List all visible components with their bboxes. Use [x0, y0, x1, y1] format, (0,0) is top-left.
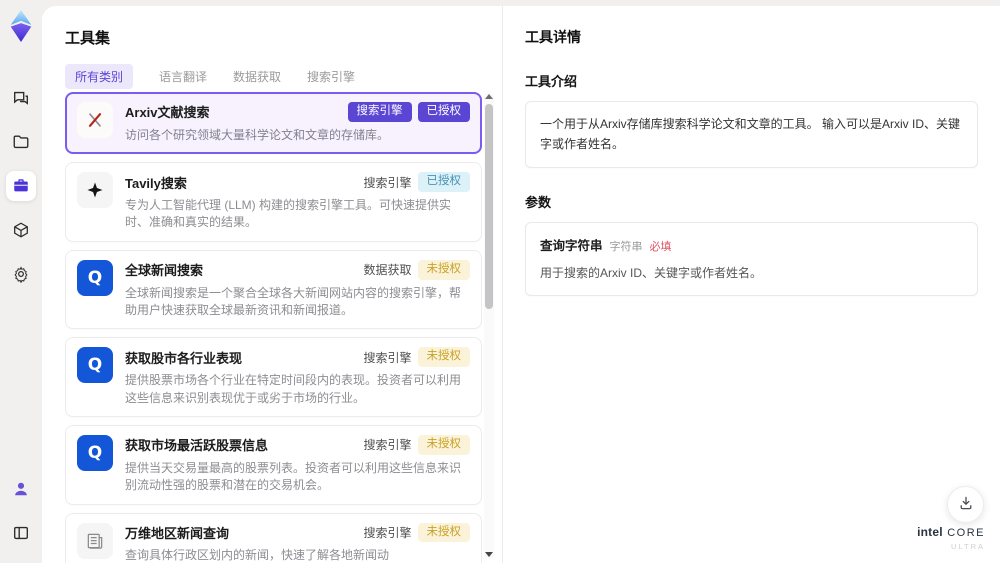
- tool-description: 全球新闻搜索是一个聚合全球各大新闻网站内容的搜索引擎，帮助用户快速获取全球最新资…: [125, 285, 462, 317]
- intel-wordmark: intel: [917, 525, 943, 540]
- tool-status-badge: 未授权: [417, 259, 470, 280]
- sidebar-item-chat[interactable]: [6, 83, 36, 113]
- news-q-icon: Q: [77, 347, 113, 384]
- tool-list: Arxiv文献搜索 搜索引擎 已授权 访问各个研究领域大量科学论文和文章的存储库…: [65, 92, 482, 563]
- parameter-required-badge: 必填: [649, 240, 672, 253]
- tool-category-badge: 搜索引擎: [363, 525, 412, 540]
- scrollbar-thumb[interactable]: [485, 104, 493, 309]
- core-wordmark: core: [947, 527, 985, 540]
- tool-card[interactable]: Tavily搜索 搜索引擎 已授权 专为人工智能代理 (LLM) 构建的搜索引擎…: [65, 162, 482, 242]
- details-title: 工具详情: [525, 29, 581, 45]
- tool-description: 提供股票市场各个行业在特定时间段内的表现。投资者可以利用这些信息来识别表现优于或…: [125, 373, 462, 405]
- tool-description-box: 一个用于从Arxiv存储库搜索科学论文和文章的工具。 输入可以是Arxiv ID…: [525, 101, 978, 168]
- download-icon: [958, 495, 974, 514]
- tool-details-panel: 工具详情 工具介绍 一个用于从Arxiv存储库搜索科学论文和文章的工具。 输入可…: [502, 6, 1000, 563]
- tool-category-badge: 数据获取: [363, 263, 412, 278]
- newspaper-icon: [77, 522, 113, 559]
- tool-name: 获取股市各行业表现: [125, 350, 243, 366]
- sidebar-item-files[interactable]: [6, 127, 36, 157]
- parameter-type: 字符串: [609, 240, 643, 253]
- tool-name: 获取市场最活跃股票信息: [125, 438, 269, 454]
- main-content: 工具集 所有类别 语言翻译 数据获取 搜索引擎 Arxiv文献搜索 搜索引擎 已授权 …: [42, 6, 1000, 563]
- category-tabs: 所有类别 语言翻译 数据获取 搜索引擎: [65, 64, 502, 89]
- sidebar-collapse-icon: [12, 524, 30, 542]
- cube-icon: [12, 221, 30, 239]
- sidebar-item-settings[interactable]: [6, 259, 36, 289]
- tool-status-badge: 未授权: [417, 347, 470, 368]
- parameter-header: 查询字符串 字符串 必填: [540, 235, 963, 254]
- intro-heading: 工具介绍: [525, 74, 578, 89]
- tool-card[interactable]: Q 获取股市各行业表现 搜索引擎 未授权 提供股票市场各个行业在特定时间段内的表…: [65, 337, 482, 417]
- intel-core-logo: intel core ultra: [917, 523, 985, 551]
- tool-category-badge: 搜索引擎: [347, 102, 412, 122]
- tool-description: 访问各个研究领域大量科学论文和文章的存储库。: [125, 127, 390, 142]
- tool-card[interactable]: Arxiv文献搜索 搜索引擎 已授权 访问各个研究领域大量科学论文和文章的存储库…: [65, 92, 482, 155]
- tool-category-badge: 搜索引擎: [363, 350, 412, 365]
- gear-icon: [12, 265, 30, 283]
- tool-collection-panel: 工具集 所有类别 语言翻译 数据获取 搜索引擎 Arxiv文献搜索 搜索引擎 已授权 …: [42, 6, 502, 563]
- tool-card[interactable]: 万维地区新闻查询 搜索引擎 未授权 查询具体行政区划内的新闻，快速了解各地新闻动: [65, 512, 482, 563]
- page-title: 工具集: [65, 30, 111, 47]
- folder-icon: [12, 133, 30, 151]
- tool-name: Arxiv文献搜索: [125, 105, 210, 121]
- tool-description: 提供当天交易量最高的股票列表。投资者可以利用这些信息来识别流动性强的股票和潜在的…: [125, 460, 462, 493]
- arxiv-icon: [77, 102, 113, 138]
- news-q-icon: Q: [77, 434, 113, 471]
- tab-category-1[interactable]: 语言翻译: [159, 64, 207, 89]
- scroll-up-arrow[interactable]: [485, 94, 493, 99]
- sidebar-item-tools[interactable]: [6, 171, 36, 201]
- chat-icon: [12, 89, 30, 107]
- tab-category-2[interactable]: 数据获取: [233, 64, 281, 89]
- intel-core-subtext: ultra: [950, 541, 985, 551]
- tool-status-badge: 已授权: [417, 172, 470, 192]
- scroll-down-arrow[interactable]: [485, 552, 493, 557]
- tab-category-0[interactable]: 所有类别: [65, 64, 134, 89]
- sidebar: [0, 0, 42, 563]
- tool-description: 专为人工智能代理 (LLM) 构建的搜索引擎工具。可快速提供实时、准确和真实的结…: [125, 197, 452, 230]
- download-button[interactable]: [947, 486, 984, 523]
- briefcase-icon: [12, 177, 30, 195]
- tool-description-text: 一个用于从Arxiv存储库搜索科学论文和文章的工具。 输入可以是Arxiv ID…: [540, 117, 961, 152]
- user-icon: [12, 480, 30, 498]
- tool-status-badge: 已授权: [417, 102, 470, 122]
- parameter-description: 用于搜索的Arxiv ID、关键字或作者姓名。: [540, 265, 763, 280]
- tool-category-badge: 搜索引擎: [363, 438, 412, 453]
- tool-card[interactable]: Q 获取市场最活跃股票信息 搜索引擎 未授权 提供当天交易量最高的股票列表。投资…: [65, 424, 482, 505]
- sidebar-item-packages[interactable]: [6, 215, 36, 245]
- parameter-card: 查询字符串 字符串 必填 用于搜索的Arxiv ID、关键字或作者姓名。: [525, 221, 978, 297]
- tool-status-badge: 未授权: [417, 434, 470, 455]
- tool-name: 万维地区新闻查询: [125, 525, 230, 541]
- panel-toggle-icon[interactable]: [6, 518, 36, 548]
- app-logo[interactable]: [7, 10, 35, 42]
- app-root: 工具集 所有类别 语言翻译 数据获取 搜索引擎 Arxiv文献搜索 搜索引擎 已授权 …: [0, 0, 1000, 563]
- tool-description: 查询具体行政区划内的新闻，快速了解各地新闻动: [125, 548, 390, 563]
- tool-category-badge: 搜索引擎: [363, 175, 412, 190]
- sparkle-icon: [77, 172, 113, 209]
- news-q-icon: Q: [77, 259, 113, 296]
- tool-name: Tavily搜索: [125, 175, 187, 191]
- parameter-name: 查询字符串: [540, 238, 603, 253]
- tool-list-scrollbar[interactable]: [484, 92, 494, 559]
- tool-name: 全球新闻搜索: [125, 263, 204, 279]
- user-avatar-icon[interactable]: [6, 474, 36, 504]
- tool-card[interactable]: Q 全球新闻搜索 数据获取 未授权 全球新闻搜索是一个聚合全球各大新闻网站内容的…: [65, 249, 482, 330]
- params-heading: 参数: [525, 194, 552, 210]
- tab-category-3[interactable]: 搜索引擎: [307, 64, 355, 89]
- tool-status-badge: 未授权: [417, 522, 470, 543]
